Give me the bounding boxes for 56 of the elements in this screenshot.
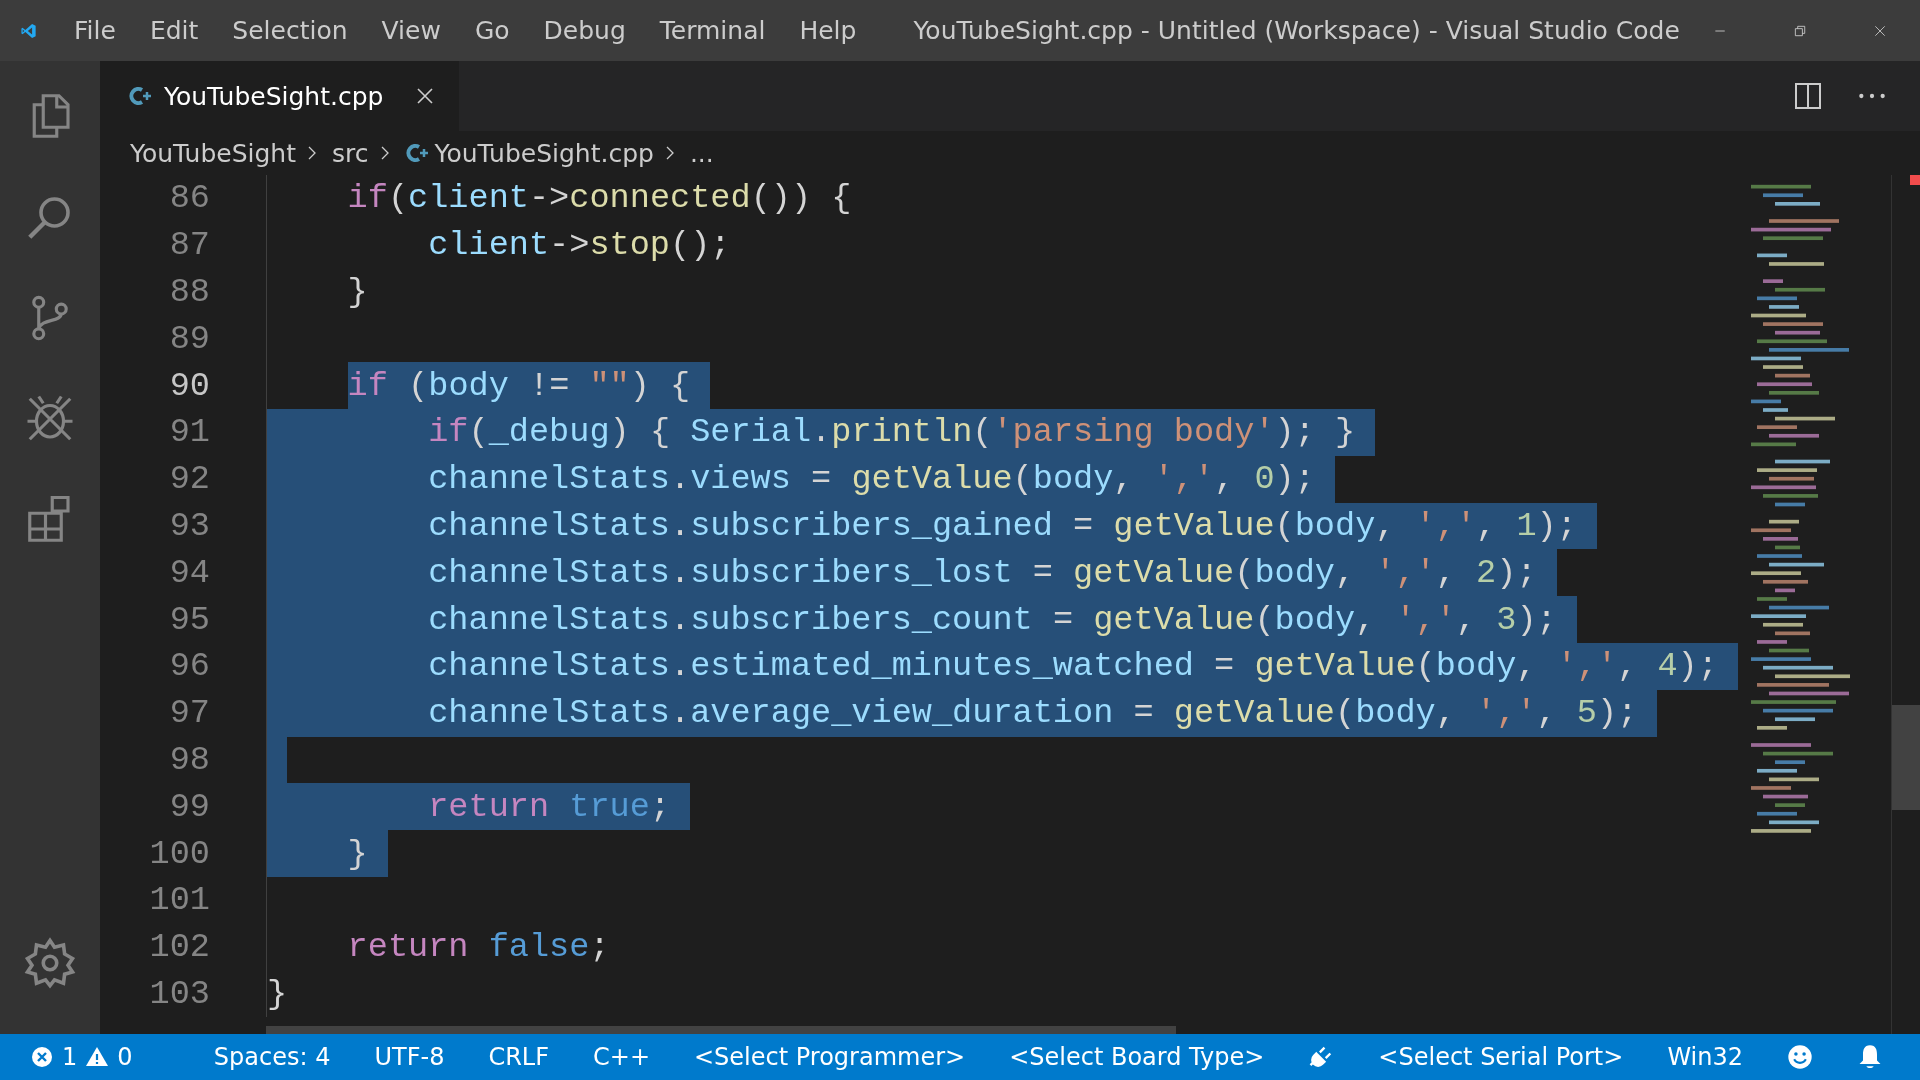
menu-item[interactable]: File <box>57 16 133 45</box>
settings-icon[interactable] <box>23 936 77 990</box>
status-item[interactable]: <Select Board Type> <box>992 1043 1282 1071</box>
line-number: 102 <box>148 928 210 967</box>
editor-tab[interactable]: YouTubeSight.cpp <box>100 61 460 131</box>
line-number: 91 <box>168 413 210 452</box>
line-number: 88 <box>168 273 210 311</box>
code-line: return false; <box>346 928 610 967</box>
line-number: 92 <box>168 460 210 499</box>
line-number: 97 <box>168 694 210 733</box>
line-number: 98 <box>168 740 210 779</box>
status-item[interactable]: CRLF <box>471 1043 566 1071</box>
line-number: 93 <box>168 506 210 545</box>
breadcrumb-item[interactable]: YouTubeSight <box>130 138 296 168</box>
menu-item[interactable]: Debug <box>526 16 643 45</box>
menu-item[interactable]: Go <box>457 16 527 45</box>
window-title: YouTubeSight.cpp - Untitled (Workspace) - Visual Studio Code <box>912 16 1680 45</box>
breadcrumb-item[interactable]: src <box>332 138 369 168</box>
menu-item[interactable]: View <box>364 16 458 45</box>
warning-icon <box>85 1045 110 1069</box>
code-line: if(client->connected()) { <box>346 179 852 218</box>
line-number: 101 <box>148 881 210 920</box>
horizontal-scrollbar[interactable] <box>266 1026 1176 1034</box>
menu-item[interactable]: Help <box>782 16 874 45</box>
smiley-icon[interactable] <box>1786 1043 1814 1071</box>
code-line: } <box>346 273 368 311</box>
error-marker <box>1910 175 1920 185</box>
cpp-file-icon <box>404 141 429 165</box>
split-editor-icon[interactable] <box>1792 80 1824 112</box>
menu-item[interactable]: Edit <box>132 16 216 45</box>
status-item[interactable]: <Select Serial Port> <box>1361 1043 1641 1071</box>
line-number: 95 <box>168 600 210 639</box>
problems-indicator[interactable]: 1 0 <box>30 1043 150 1071</box>
status-item[interactable]: Spaces: 4 <box>196 1043 348 1071</box>
menu-item[interactable]: Terminal <box>642 16 783 45</box>
status-item[interactable]: C++ <box>576 1043 667 1071</box>
status-item[interactable]: Win32 <box>1650 1043 1760 1071</box>
error-icon <box>30 1045 54 1069</box>
status-item[interactable]: <Select Programmer> <box>677 1043 983 1071</box>
line-number: 94 <box>168 553 210 592</box>
code-line: } <box>267 974 288 1013</box>
status-item[interactable]: UTF-8 <box>357 1043 462 1071</box>
line-number: 87 <box>168 226 210 265</box>
scrollbar-thumb[interactable] <box>1892 705 1920 810</box>
line-number: 90 <box>168 366 210 405</box>
line-number: 86 <box>168 179 210 218</box>
line-number: 100 <box>148 834 210 873</box>
line-number: 99 <box>168 787 210 826</box>
line-number: 96 <box>168 647 210 686</box>
line-number: 89 <box>168 319 210 358</box>
menu-item[interactable]: Selection <box>215 16 365 45</box>
cpp-file-icon <box>128 84 152 108</box>
breadcrumb-item[interactable]: YouTubeSight.cpp <box>434 138 654 168</box>
code-line: client->stop(); <box>427 226 731 265</box>
breadcrumb-item[interactable]: ... <box>689 138 714 168</box>
line-number: 103 <box>148 974 210 1013</box>
